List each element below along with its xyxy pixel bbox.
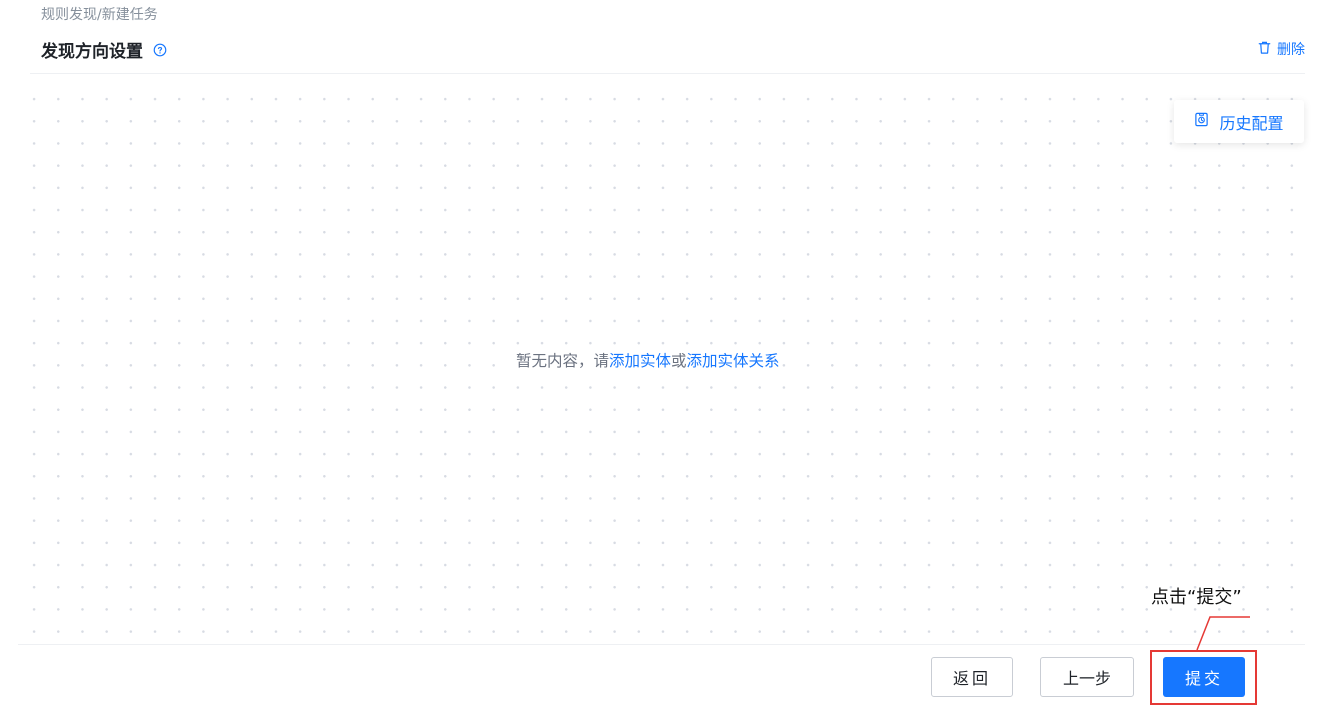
previous-step-button[interactable]: 上一步 <box>1040 657 1134 697</box>
page: 规则发现/新建任务 发现方向设置 删除 历史配置 暂无内容，请添加实体或添加实体… <box>0 0 1323 727</box>
trash-icon <box>1257 40 1272 59</box>
add-entity-link[interactable]: 添加实体 <box>609 352 671 370</box>
delete-label: 删除 <box>1277 42 1305 58</box>
page-title: 发现方向设置 <box>41 41 143 62</box>
empty-or: 或 <box>671 352 687 370</box>
history-doc-icon <box>1194 112 1209 131</box>
empty-prefix: 暂无内容，请 <box>516 352 610 370</box>
section-header: 发现方向设置 删除 <box>41 36 1305 62</box>
add-relation-link[interactable]: 添加实体关系 <box>687 352 780 370</box>
back-button[interactable]: 返回 <box>931 657 1013 697</box>
annotation-label: 点击“提交” <box>1151 587 1242 608</box>
empty-state-message: 暂无内容，请添加实体或添加实体关系 <box>514 349 782 371</box>
footer-divider <box>18 644 1305 645</box>
breadcrumb[interactable]: 规则发现/新建任务 <box>41 4 158 24</box>
delete-button[interactable]: 删除 <box>1257 39 1305 59</box>
submit-button[interactable]: 提交 <box>1163 657 1245 697</box>
history-config-label: 历史配置 <box>1219 113 1284 133</box>
question-circle-icon[interactable] <box>153 42 167 57</box>
header-divider <box>30 73 1305 74</box>
history-config-button[interactable]: 历史配置 <box>1174 100 1304 143</box>
